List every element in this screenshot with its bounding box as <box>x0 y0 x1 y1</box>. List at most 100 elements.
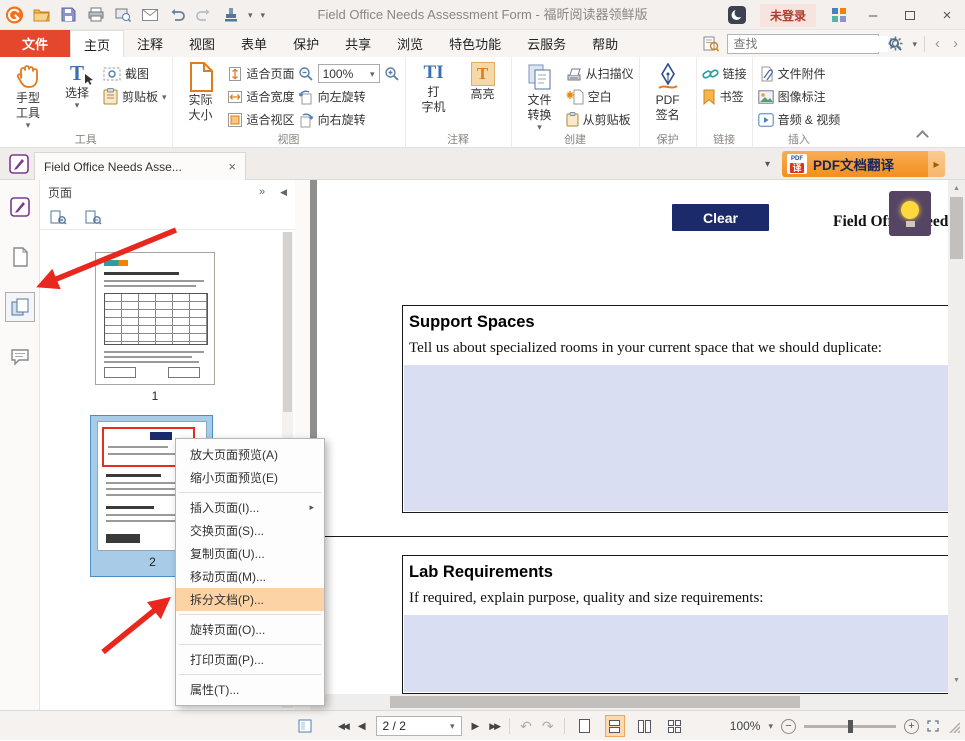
fit-width-button[interactable]: 适合宽度 <box>227 87 295 106</box>
zoom-out-button[interactable] <box>298 66 314 82</box>
clear-form-button[interactable]: Clear <box>672 204 769 231</box>
foxit-logo-icon[interactable] <box>5 5 24 24</box>
menu-item-rotate-pages[interactable]: 旋转页面(O)... <box>176 618 324 641</box>
scroll-down-icon[interactable]: ▼ <box>948 677 965 684</box>
blank-page-button[interactable]: 空白 <box>566 87 634 106</box>
zoom-slider[interactable] <box>804 725 896 728</box>
from-clipboard-button[interactable]: 从剪贴板 <box>566 110 634 129</box>
page-indicator-combo[interactable]: 2 / 2 ▾ <box>376 716 462 736</box>
continuous-view-button[interactable] <box>605 715 625 737</box>
clipboard-button[interactable]: 剪贴板 ▾ <box>103 87 167 106</box>
zoom-slider-thumb[interactable] <box>848 720 853 733</box>
zoom-in-button[interactable] <box>384 66 400 82</box>
rotate-right-button[interactable]: 向右旋转 <box>298 110 400 129</box>
start-page-icon[interactable] <box>9 154 29 174</box>
redo-icon[interactable] <box>194 5 213 24</box>
tab-features[interactable]: 特色功能 <box>436 30 514 57</box>
statusbar-panel-icon[interactable] <box>298 719 312 733</box>
panel-scrollbar-thumb[interactable] <box>283 232 292 412</box>
hand-tool-button[interactable]: 手型 工具 ▾ <box>5 60 51 129</box>
open-file-icon[interactable] <box>32 5 51 24</box>
gear-icon[interactable] <box>886 34 905 53</box>
caret-down-icon[interactable]: ▾ <box>248 11 253 19</box>
scroll-up-icon[interactable]: ▲ <box>948 180 965 196</box>
zoom-in-button[interactable]: + <box>904 719 919 734</box>
save-icon[interactable] <box>59 5 78 24</box>
fit-page-button[interactable]: 适合页面 <box>227 64 295 83</box>
last-page-button[interactable]: ▶▶ <box>489 721 499 732</box>
enlarge-thumbnail-button[interactable] <box>50 209 67 225</box>
bookmarks-panel-icon[interactable] <box>5 242 35 272</box>
tab-file[interactable]: 文件 <box>0 30 70 57</box>
print-preview-icon[interactable] <box>113 5 132 24</box>
tab-view[interactable]: 视图 <box>176 30 228 57</box>
continuous-facing-view-button[interactable] <box>665 715 685 737</box>
menu-item-zoom-in-preview[interactable]: 放大页面预览(A) <box>176 443 324 466</box>
lab-requirements-field[interactable] <box>404 615 952 692</box>
lightbulb-icon[interactable] <box>889 191 931 236</box>
history-back-icon[interactable]: ‹ <box>932 36 943 51</box>
vertical-scrollbar-thumb[interactable] <box>950 197 963 259</box>
menu-item-swap-pages[interactable]: 交换页面(S)... <box>176 519 324 542</box>
horizontal-scrollbar[interactable] <box>310 694 948 710</box>
comments-panel-icon[interactable] <box>5 342 35 372</box>
tab-browse[interactable]: 浏览 <box>384 30 436 57</box>
rotate-left-button[interactable]: 向左旋转 <box>298 87 400 106</box>
vertical-scrollbar[interactable]: ▲ ▼ <box>948 180 965 710</box>
find-in-document-icon[interactable] <box>701 34 720 53</box>
tab-comment[interactable]: 注释 <box>124 30 176 57</box>
highlight-button[interactable]: T 高亮 <box>460 60 506 101</box>
pdf-translate-button[interactable]: PDF 译 PDF文档翻译 ▸ <box>782 151 945 177</box>
page-thumbnail-1[interactable] <box>95 252 215 385</box>
menu-item-zoom-out-preview[interactable]: 缩小页面预览(E) <box>176 466 324 489</box>
tab-protect[interactable]: 保护 <box>280 30 332 57</box>
bookmark-button[interactable]: 书签 <box>702 87 747 106</box>
select-tool-button[interactable]: T 选择 ▾ <box>54 60 100 109</box>
image-annotation-button[interactable]: 图像标注 <box>758 87 841 106</box>
search-input[interactable] <box>728 36 888 52</box>
fit-screen-icon[interactable] <box>927 720 939 732</box>
close-tab-icon[interactable]: × <box>228 159 236 174</box>
close-button[interactable]: × <box>935 7 959 24</box>
first-page-button[interactable]: ◀◀ <box>338 721 348 732</box>
single-page-view-button[interactable] <box>575 715 595 737</box>
maximize-button[interactable] <box>898 7 922 24</box>
apps-grid-icon[interactable] <box>829 6 848 25</box>
tab-share[interactable]: 共享 <box>332 30 384 57</box>
tab-form[interactable]: 表单 <box>228 30 280 57</box>
tab-list-caret-icon[interactable]: ▾ <box>765 159 770 170</box>
menu-item-duplicate-pages[interactable]: 复制页面(U)... <box>176 542 324 565</box>
document-tab[interactable]: Field Office Needs Asse... × <box>34 152 246 180</box>
dock-panel-icon[interactable]: ◀ <box>280 187 287 198</box>
next-page-button[interactable]: ▶ <box>472 721 480 732</box>
file-convert-button[interactable]: 文件 转换 ▾ <box>517 60 563 131</box>
history-forward-icon[interactable]: › <box>950 36 961 51</box>
file-attachment-button[interactable]: 文件附件 <box>758 64 841 83</box>
previous-page-button[interactable]: ◀ <box>358 721 366 732</box>
pdf-sign-button[interactable]: PDF 签名 <box>645 60 691 122</box>
menu-item-insert-pages[interactable]: 插入页面(I)... ▸ <box>176 496 324 519</box>
facing-view-button[interactable] <box>635 715 655 737</box>
menu-item-properties[interactable]: 属性(T)... <box>176 678 324 701</box>
zoom-percentage[interactable]: 100% <box>730 719 761 733</box>
next-view-button[interactable]: ↷ <box>542 718 554 735</box>
collapse-ribbon-icon[interactable] <box>916 130 929 143</box>
support-spaces-field[interactable] <box>404 365 952 511</box>
customize-toolbar-caret-icon[interactable]: ▾ <box>261 11 266 19</box>
link-button[interactable]: 链接 <box>702 64 747 83</box>
from-scanner-button[interactable]: 从扫描仪 <box>566 64 634 83</box>
stamp-tool-icon[interactable] <box>221 5 240 24</box>
tab-home[interactable]: 主页 <box>70 30 124 57</box>
snapshot-button[interactable]: 截图 <box>103 64 167 83</box>
zoom-caret-icon[interactable]: ▾ <box>768 722 773 730</box>
previous-view-button[interactable]: ↶ <box>520 718 532 735</box>
tab-help[interactable]: 帮助 <box>579 30 631 57</box>
zoom-out-button[interactable]: − <box>781 719 796 734</box>
pages-panel-icon[interactable] <box>5 292 35 322</box>
expand-panel-icon[interactable]: » <box>259 186 265 198</box>
menu-item-print-pages[interactable]: 打印页面(P)... <box>176 648 324 671</box>
minimize-button[interactable]: – <box>861 7 885 24</box>
horizontal-scrollbar-thumb[interactable] <box>390 696 800 708</box>
zoom-level-combo[interactable]: 100%▾ <box>318 64 380 83</box>
resize-grip-icon[interactable] <box>947 720 960 733</box>
